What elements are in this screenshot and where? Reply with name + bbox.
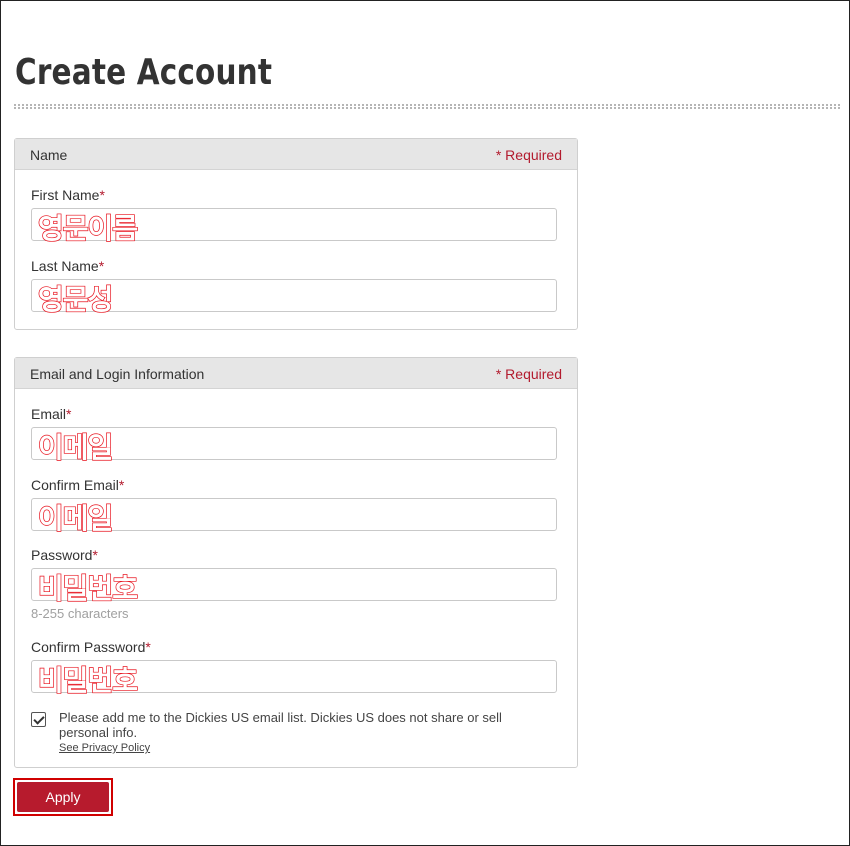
password-value: 비밀번호 [37,571,138,605]
confirm-email-input[interactable]: 이메일 [31,498,557,536]
login-panel-title: Email and Login Information [30,366,205,382]
apply-button[interactable]: Apply [17,782,109,812]
last-name-value: 영문성 [37,282,114,316]
first-name-label: First Name* [31,187,105,203]
login-panel-header: Email and Login Information * Required [15,358,577,389]
page-title: Create Account [15,52,273,93]
password-label: Password* [31,547,98,563]
name-panel-header: Name * Required [15,139,577,170]
last-name-input[interactable]: 영문성 [31,279,557,317]
login-panel: Email and Login Information * Required E… [14,357,578,768]
confirm-email-label: Confirm Email* [31,477,125,493]
password-input[interactable]: 비밀번호 [31,568,557,606]
required-note: * Required [495,366,562,382]
first-name-field: First Name* 영문이름 [31,187,559,246]
name-panel-title: Name [30,147,68,163]
name-panel: Name * Required First Name* 영문이름 Last Na… [14,138,578,330]
last-name-label: Last Name* [31,258,105,274]
confirm-password-value: 비밀번호 [37,663,138,697]
email-value: 이메일 [37,430,114,464]
newsletter-checkbox[interactable] [31,712,46,727]
title-divider [14,104,840,109]
confirm-password-input[interactable]: 비밀번호 [31,660,557,698]
confirm-email-value: 이메일 [37,501,114,535]
first-name-input[interactable]: 영문이름 [31,208,557,246]
email-label: Email* [31,406,72,422]
email-field: Email* 이메일 [31,406,559,465]
password-field: Password* 비밀번호 [31,547,559,606]
first-name-value: 영문이름 [37,211,138,245]
confirm-email-field: Confirm Email* 이메일 [31,477,559,536]
newsletter-text: Please add me to the Dickies US email li… [59,710,502,740]
required-note: * Required [495,147,562,163]
email-input[interactable]: 이메일 [31,427,557,465]
password-hint: 8-255 characters [31,606,129,621]
last-name-field: Last Name* 영문성 [31,258,559,317]
confirm-password-field: Confirm Password* 비밀번호 [31,639,559,698]
privacy-policy-link[interactable]: See Privacy Policy [59,742,150,754]
confirm-password-label: Confirm Password* [31,639,151,655]
